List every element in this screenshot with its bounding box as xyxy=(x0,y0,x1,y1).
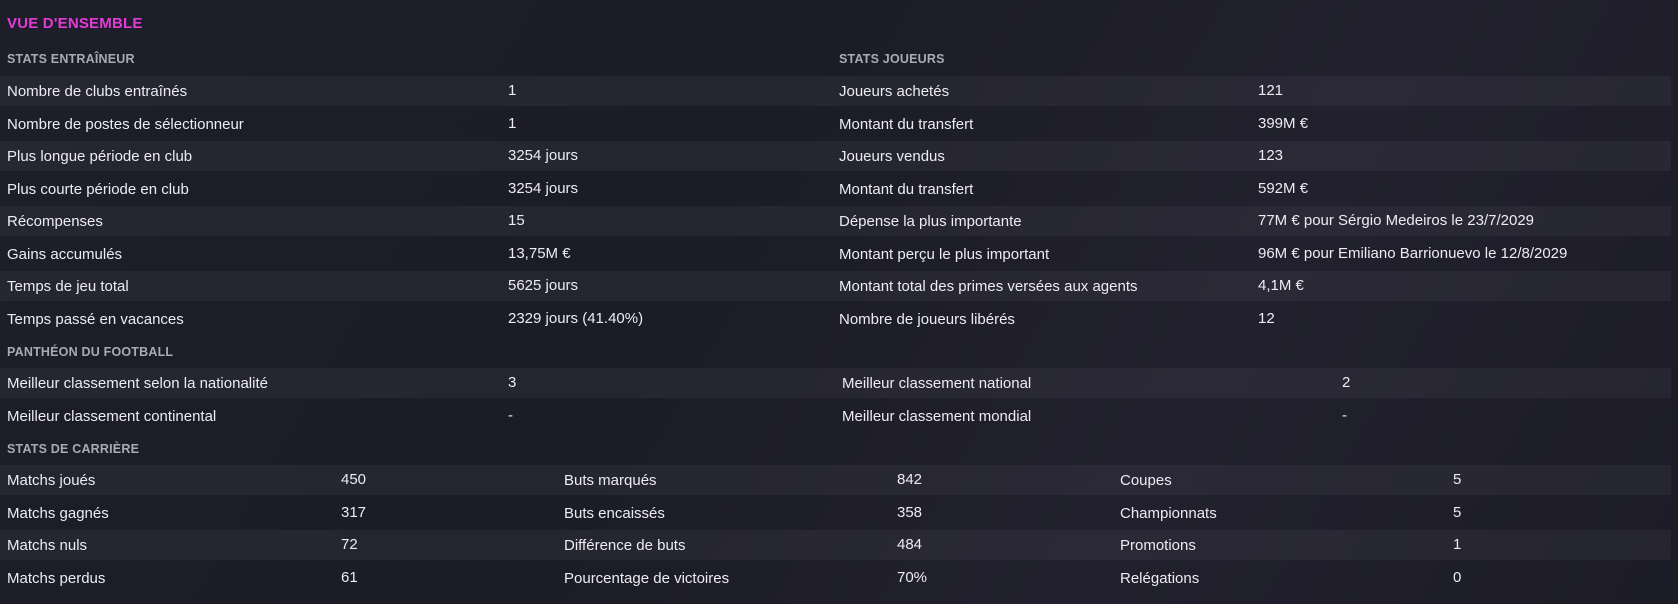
coach-stat-label: Nombre de postes de sélectionneur xyxy=(7,115,244,133)
career-stat-value: 484 xyxy=(897,536,923,553)
career-stat-value: 72 xyxy=(341,536,358,553)
career-stat-label: Coupes xyxy=(1120,472,1172,489)
career-stat-value: 5 xyxy=(1453,503,1462,521)
player-stat-label: Joueurs achetés xyxy=(839,83,950,100)
player-stat-value: 4,1M € xyxy=(1258,277,1304,294)
career-stat-value: 317 xyxy=(341,503,367,521)
career-stat-label: Buts marqués xyxy=(564,472,657,489)
career-stat-label: Pourcentage de victoires xyxy=(564,569,730,587)
career-stat-label: Buts encaissés xyxy=(564,504,665,522)
page-title: VUE D'ENSEMBLE xyxy=(7,15,143,32)
hall-of-fame-label: Meilleur classement selon la nationalité xyxy=(7,375,268,392)
career-stat-value: 70% xyxy=(897,568,928,586)
coach-stat-value: 3254 jours xyxy=(508,179,579,197)
player-stat-row: Montant perçu le plus important 96M € pou… xyxy=(833,239,1671,269)
coach-stat-row: Gains accumulés 13,75M € xyxy=(0,239,833,269)
player-stat-label: Montant perçu le plus important xyxy=(839,245,1050,263)
player-stat-value: 123 xyxy=(1258,147,1284,164)
coach-stat-label: Temps passé en vacances xyxy=(7,310,184,328)
player-stat-value: 12 xyxy=(1258,309,1275,327)
coach-stat-row: Nombre de clubs entraînés 1 xyxy=(0,76,833,106)
career-stat-label: Matchs nuls xyxy=(7,537,88,554)
player-stat-row: Dépense la plus importante 77M € pour Sér… xyxy=(833,206,1671,236)
career-stat-label: Matchs gagnés xyxy=(7,504,109,522)
coach-stat-value: 13,75M € xyxy=(508,244,571,262)
hall-of-fame-value: 3 xyxy=(508,374,517,391)
player-stat-label: Nombre de joueurs libérés xyxy=(839,310,1015,328)
coach-stat-row: Récompenses 15 xyxy=(0,206,833,236)
player-stat-value: 77M € pour Sérgio Medeiros le 23/7/2029 xyxy=(1258,212,1535,229)
coach-stat-row: Plus courte période en club 3254 jours xyxy=(0,174,833,204)
career-stat-value: 5 xyxy=(1453,471,1462,488)
player-stat-value: 592M € xyxy=(1258,179,1309,197)
coach-stat-label: Gains accumulés xyxy=(7,245,123,263)
coach-stat-label: Plus courte période en club xyxy=(7,180,189,198)
coach-stat-value: 1 xyxy=(508,82,517,99)
hall-of-fame-label: Meilleur classement national xyxy=(842,375,1032,392)
coach-stat-label: Nombre de clubs entraînés xyxy=(7,83,188,100)
coach-stats-header: STATS ENTRAÎNEUR xyxy=(7,52,135,66)
player-stat-label: Joueurs vendus xyxy=(839,148,945,165)
hall-of-fame-value: - xyxy=(1342,406,1347,424)
hall-of-fame-row: Meilleur classement continental - Meilleur… xyxy=(0,401,1671,431)
player-stat-value: 96M € pour Emiliano Barrionuevo le 12/8/… xyxy=(1258,244,1568,262)
coach-stat-row: Nombre de postes de sélectionneur 1 xyxy=(0,109,833,139)
career-stat-value: 358 xyxy=(897,503,923,521)
hall-of-fame-value: - xyxy=(508,406,513,424)
player-stat-value: 399M € xyxy=(1258,114,1309,132)
hall-of-fame-row: Meilleur classement selon la nationalité… xyxy=(0,368,1671,398)
hall-of-fame-label: Meilleur classement mondial xyxy=(842,407,1032,425)
player-stats-header: STATS JOUEURS xyxy=(839,52,945,66)
player-stat-row: Joueurs achetés 121 xyxy=(833,76,1671,106)
coach-stat-row: Temps de jeu total 5625 jours xyxy=(0,271,833,301)
career-stat-value: 61 xyxy=(341,568,358,586)
coach-stat-label: Temps de jeu total xyxy=(7,278,129,295)
career-stat-label: Différence de buts xyxy=(564,537,686,554)
career-stat-row: Matchs nuls 72 Différence de buts 484 Promot… xyxy=(0,530,1671,560)
player-stat-value: 121 xyxy=(1258,82,1284,99)
coach-stat-value: 2329 jours (41.40%) xyxy=(508,309,644,327)
career-stat-label: Matchs perdus xyxy=(7,569,106,587)
career-stat-label: Relégations xyxy=(1120,569,1200,587)
coach-stat-value: 5625 jours xyxy=(508,277,579,294)
career-stat-row: Matchs joués 450 Buts marqués 842 Coupes 5 xyxy=(0,465,1671,495)
player-stat-row: Montant du transfert 592M € xyxy=(833,174,1671,204)
coach-stat-value: 3254 jours xyxy=(508,147,579,164)
career-stat-value: 1 xyxy=(1453,536,1462,553)
career-stat-row: Matchs gagnés 317 Buts encaissés 358 Champio… xyxy=(0,498,1671,528)
coach-stat-value: 15 xyxy=(508,212,525,229)
player-stat-label: Montant total des primes versées aux age… xyxy=(839,278,1138,295)
career-stat-label: Promotions xyxy=(1120,537,1196,554)
player-stat-label: Dépense la plus importante xyxy=(839,213,1022,230)
player-stat-row: Joueurs vendus 123 xyxy=(833,141,1671,171)
coach-stat-row: Temps passé en vacances 2329 jours (41.40… xyxy=(0,304,833,334)
player-stat-row: Montant total des primes versées aux age… xyxy=(833,271,1671,301)
career-stat-label: Matchs joués xyxy=(7,472,96,489)
career-stat-value: 0 xyxy=(1453,568,1462,586)
hall-of-fame-header: PANTHÉON DU FOOTBALL xyxy=(7,345,174,359)
career-stat-label: Championnats xyxy=(1120,504,1217,522)
hall-of-fame-label: Meilleur classement continental xyxy=(7,407,217,425)
coach-stat-value: 1 xyxy=(508,114,517,132)
career-stat-row: Matchs perdus 61 Pourcentage de victoires 7… xyxy=(0,563,1671,593)
player-stat-label: Montant du transfert xyxy=(839,115,974,133)
career-stat-value: 450 xyxy=(341,471,367,488)
player-stat-label: Montant du transfert xyxy=(839,180,974,198)
coach-stat-label: Récompenses xyxy=(7,213,103,230)
player-stat-row: Montant du transfert 399M € xyxy=(833,109,1671,139)
player-stat-row: Nombre de joueurs libérés 12 xyxy=(833,304,1671,334)
career-stat-value: 842 xyxy=(897,471,923,488)
hall-of-fame-value: 2 xyxy=(1342,374,1351,391)
coach-stat-label: Plus longue période en club xyxy=(7,148,193,165)
coach-stat-row: Plus longue période en club 3254 jours xyxy=(0,141,833,171)
career-stats-header: STATS DE CARRIÈRE xyxy=(7,442,140,456)
